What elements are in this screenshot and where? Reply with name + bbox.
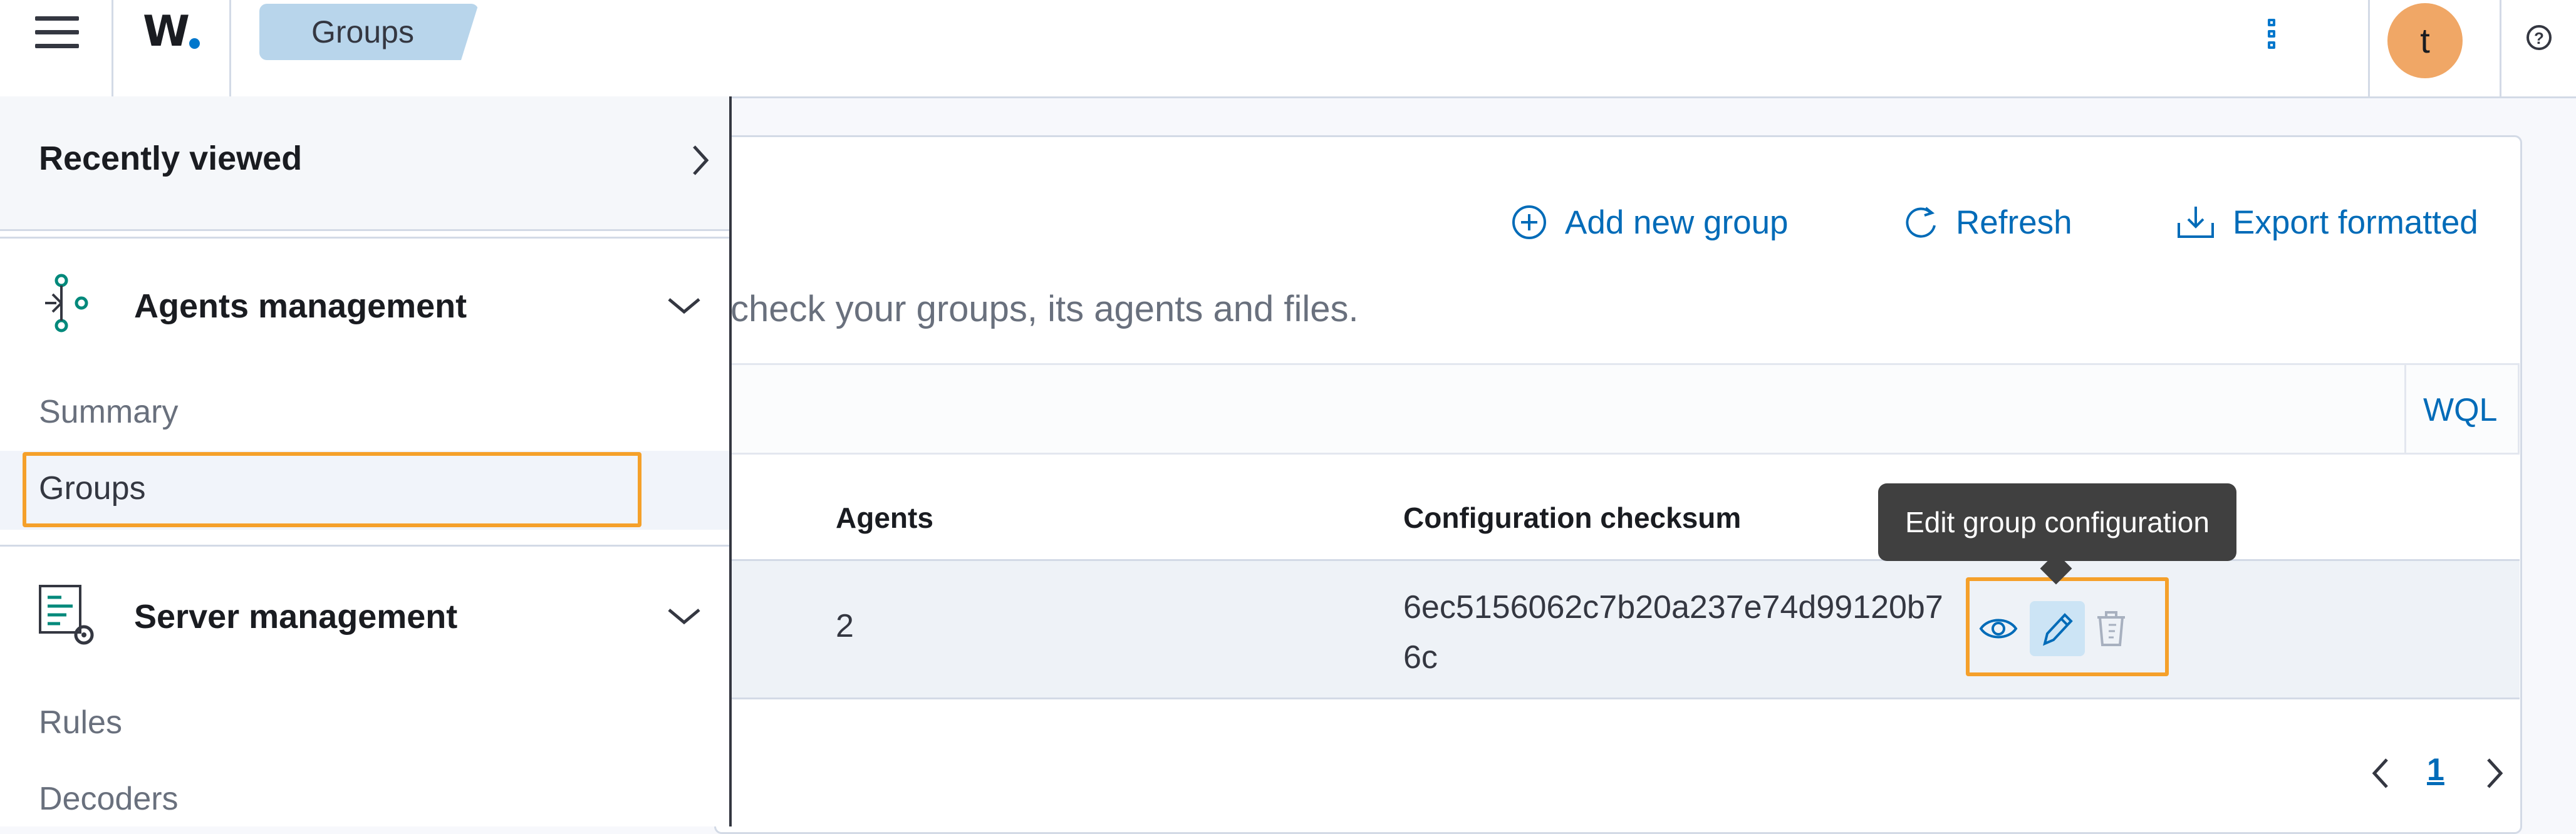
wql-button[interactable]: WQL (2423, 382, 2497, 438)
header-divider (2500, 0, 2501, 96)
groups-highlight (23, 452, 641, 527)
chevron-right-icon[interactable] (689, 142, 712, 182)
header-divider (229, 0, 231, 96)
export-formatted-button[interactable]: Export formatted (2176, 194, 2478, 250)
export-formatted-label: Export formatted (2233, 203, 2478, 241)
sidebar-item-decoders[interactable]: Decoders (39, 780, 179, 818)
sidebar-item-rules[interactable]: Rules (39, 704, 122, 741)
header-divider (2368, 0, 2370, 96)
page-number-button[interactable]: 1 (2427, 751, 2444, 788)
menu-icon[interactable] (35, 16, 79, 49)
add-new-group-label: Add new group (1565, 203, 1789, 241)
help-icon[interactable]: ? (2527, 25, 2552, 50)
sidebar-divider (0, 237, 729, 239)
checksum-cell: 6ec5156062c7b20a237e74d99120b76c (1403, 589, 1943, 676)
recently-viewed-label: Recently viewed (39, 140, 303, 177)
edit-tooltip: Edit group configuration (1878, 483, 2236, 561)
app-logo[interactable]: W (143, 4, 190, 60)
next-page-icon[interactable] (2482, 754, 2507, 795)
column-header-checksum[interactable]: Configuration checksum (1403, 501, 1741, 535)
server-management-section[interactable]: Server management (134, 597, 457, 636)
logo-dot (189, 38, 200, 49)
header-divider (112, 0, 113, 96)
refresh-button[interactable]: Refresh (1904, 194, 2072, 250)
sidebar-item-summary[interactable]: Summary (39, 393, 178, 431)
agents-management-icon (36, 272, 93, 337)
search-bar[interactable] (720, 363, 2520, 455)
export-icon (2178, 207, 2214, 238)
sidebar-divider (0, 545, 729, 547)
row-actions-highlight (1966, 577, 2169, 676)
previous-page-icon[interactable] (2368, 754, 2393, 795)
app-menu-icon[interactable] (2267, 19, 2282, 59)
chevron-down-icon[interactable] (665, 294, 703, 320)
search-divider (2404, 365, 2406, 453)
column-header-agents[interactable]: Agents (836, 501, 933, 535)
refresh-label: Refresh (1956, 203, 2072, 241)
breadcrumb[interactable]: Groups (259, 4, 466, 60)
agents-count-cell: 2 (836, 608, 854, 644)
agents-management-section[interactable]: Agents management (134, 287, 467, 326)
plus-circle-icon (1512, 205, 1546, 239)
refresh-icon (1906, 207, 1936, 238)
server-management-icon (36, 584, 99, 652)
user-avatar[interactable]: t (2387, 3, 2463, 78)
page-description: check your groups, its agents and files. (730, 289, 1359, 329)
add-new-group-button[interactable]: Add new group (1511, 194, 1789, 250)
chevron-down-icon[interactable] (665, 605, 703, 631)
